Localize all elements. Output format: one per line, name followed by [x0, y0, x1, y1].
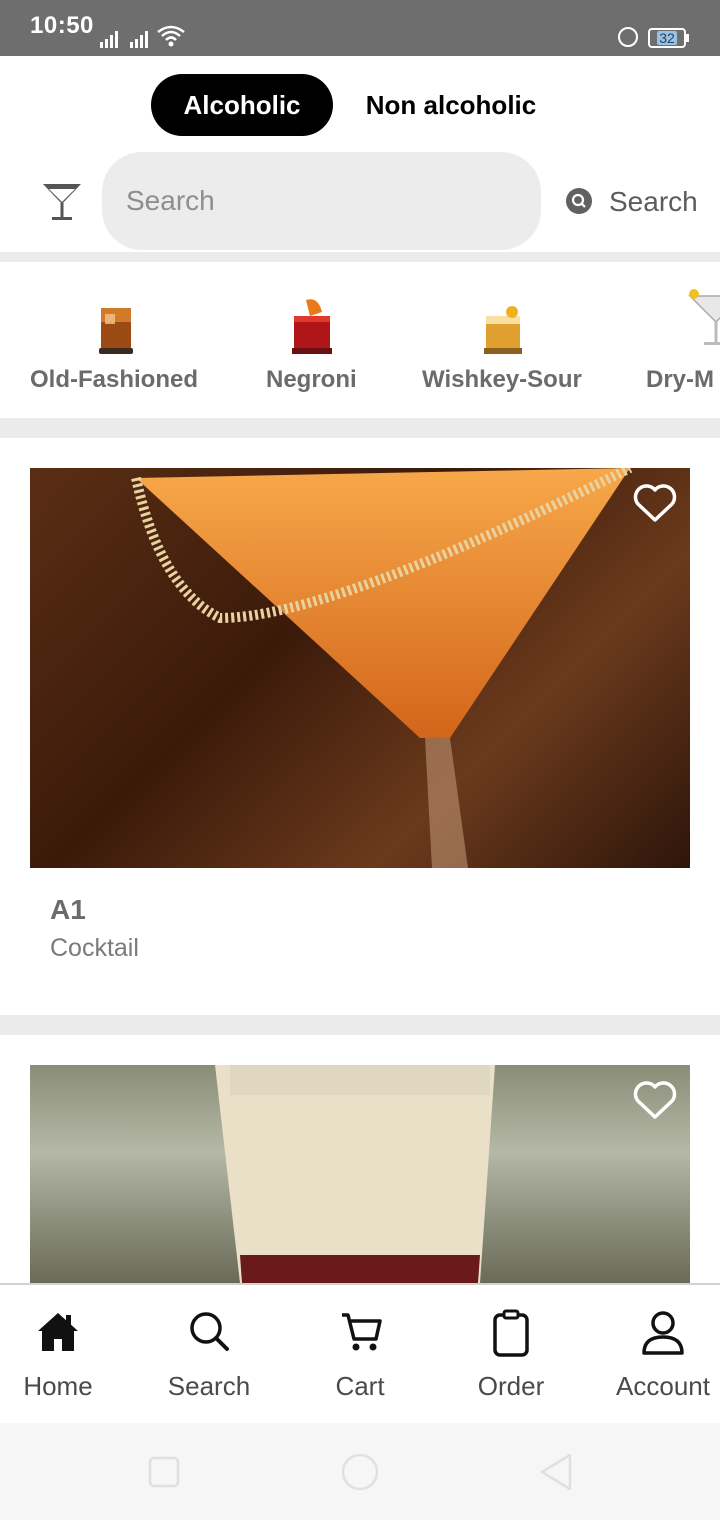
- drink-category: Cocktail: [50, 934, 139, 962]
- nav-label: Order: [477, 1371, 545, 1401]
- category-label: Wishkey-Sour: [422, 366, 582, 393]
- whiskey-sour-glass-icon: [484, 306, 522, 354]
- martini-glass-icon: [688, 289, 720, 345]
- recents-icon[interactable]: [148, 1456, 180, 1488]
- account-icon: [642, 1311, 684, 1355]
- old-fashioned-glass-icon: [99, 308, 133, 354]
- nav-home[interactable]: Home: [8, 1285, 108, 1423]
- category-dry-martini[interactable]: Dry-M: [646, 262, 720, 418]
- system-nav-bar: [0, 1423, 720, 1520]
- battery-tip: [686, 34, 689, 42]
- search-input[interactable]: [102, 152, 541, 250]
- category-label: Dry-M: [646, 366, 715, 393]
- cocktail-photo: [131, 468, 633, 868]
- favorite-heart-icon[interactable]: [632, 482, 678, 524]
- divider: [0, 418, 720, 438]
- search-icon: [566, 188, 592, 214]
- cocktail-filter-icon[interactable]: [40, 180, 84, 224]
- drink-image[interactable]: [30, 1065, 690, 1283]
- divider: [0, 252, 720, 262]
- home-button-icon[interactable]: [341, 1453, 379, 1491]
- nav-label: Search: [167, 1371, 251, 1401]
- nav-label: Cart: [335, 1371, 385, 1401]
- nav-label: Home: [23, 1371, 93, 1401]
- favorite-heart-icon[interactable]: [632, 1079, 678, 1121]
- negroni-glass-icon: [292, 299, 332, 354]
- home-icon: [38, 1313, 78, 1351]
- search-button-label: Search: [609, 186, 698, 217]
- category-negroni[interactable]: Negroni: [266, 262, 366, 418]
- nav-label: Account: [616, 1371, 710, 1401]
- nav-order[interactable]: Order: [461, 1285, 561, 1423]
- search-icon: [190, 1312, 229, 1351]
- rotation-lock-icon: [618, 27, 638, 47]
- back-icon[interactable]: [538, 1453, 574, 1491]
- non-alcoholic-tab[interactable]: Non alcoholic: [348, 74, 554, 136]
- bottom-nav: Home Search Cart Order Account: [0, 1283, 720, 1423]
- divider: [0, 1015, 720, 1035]
- drink-name[interactable]: A1: [50, 894, 86, 926]
- battery-level: 32: [657, 30, 677, 46]
- category-label: Old-Fashioned: [30, 366, 198, 393]
- category-label: Negroni: [266, 366, 357, 393]
- wifi-icon: [157, 25, 185, 47]
- status-bar: 10:50 32: [0, 0, 720, 56]
- category-whiskey-sour[interactable]: Wishkey-Sour: [422, 262, 592, 418]
- search-button[interactable]: Search: [560, 170, 710, 234]
- battery-icon: 32: [648, 28, 686, 48]
- status-time: 10:50: [30, 12, 94, 39]
- nav-search[interactable]: Search: [159, 1285, 259, 1423]
- cocktail-photo: [215, 1065, 495, 1283]
- nav-cart[interactable]: Cart: [310, 1285, 410, 1423]
- cart-icon: [342, 1313, 382, 1351]
- nav-account[interactable]: Account: [608, 1285, 718, 1423]
- alcoholic-tab[interactable]: Alcoholic: [151, 74, 333, 136]
- order-icon: [493, 1309, 529, 1357]
- category-carousel[interactable]: Old-Fashioned Negroni Wishkey-Sour Dry-M: [0, 262, 720, 418]
- drink-image[interactable]: [30, 468, 690, 868]
- category-old-fashioned[interactable]: Old-Fashioned: [30, 262, 210, 418]
